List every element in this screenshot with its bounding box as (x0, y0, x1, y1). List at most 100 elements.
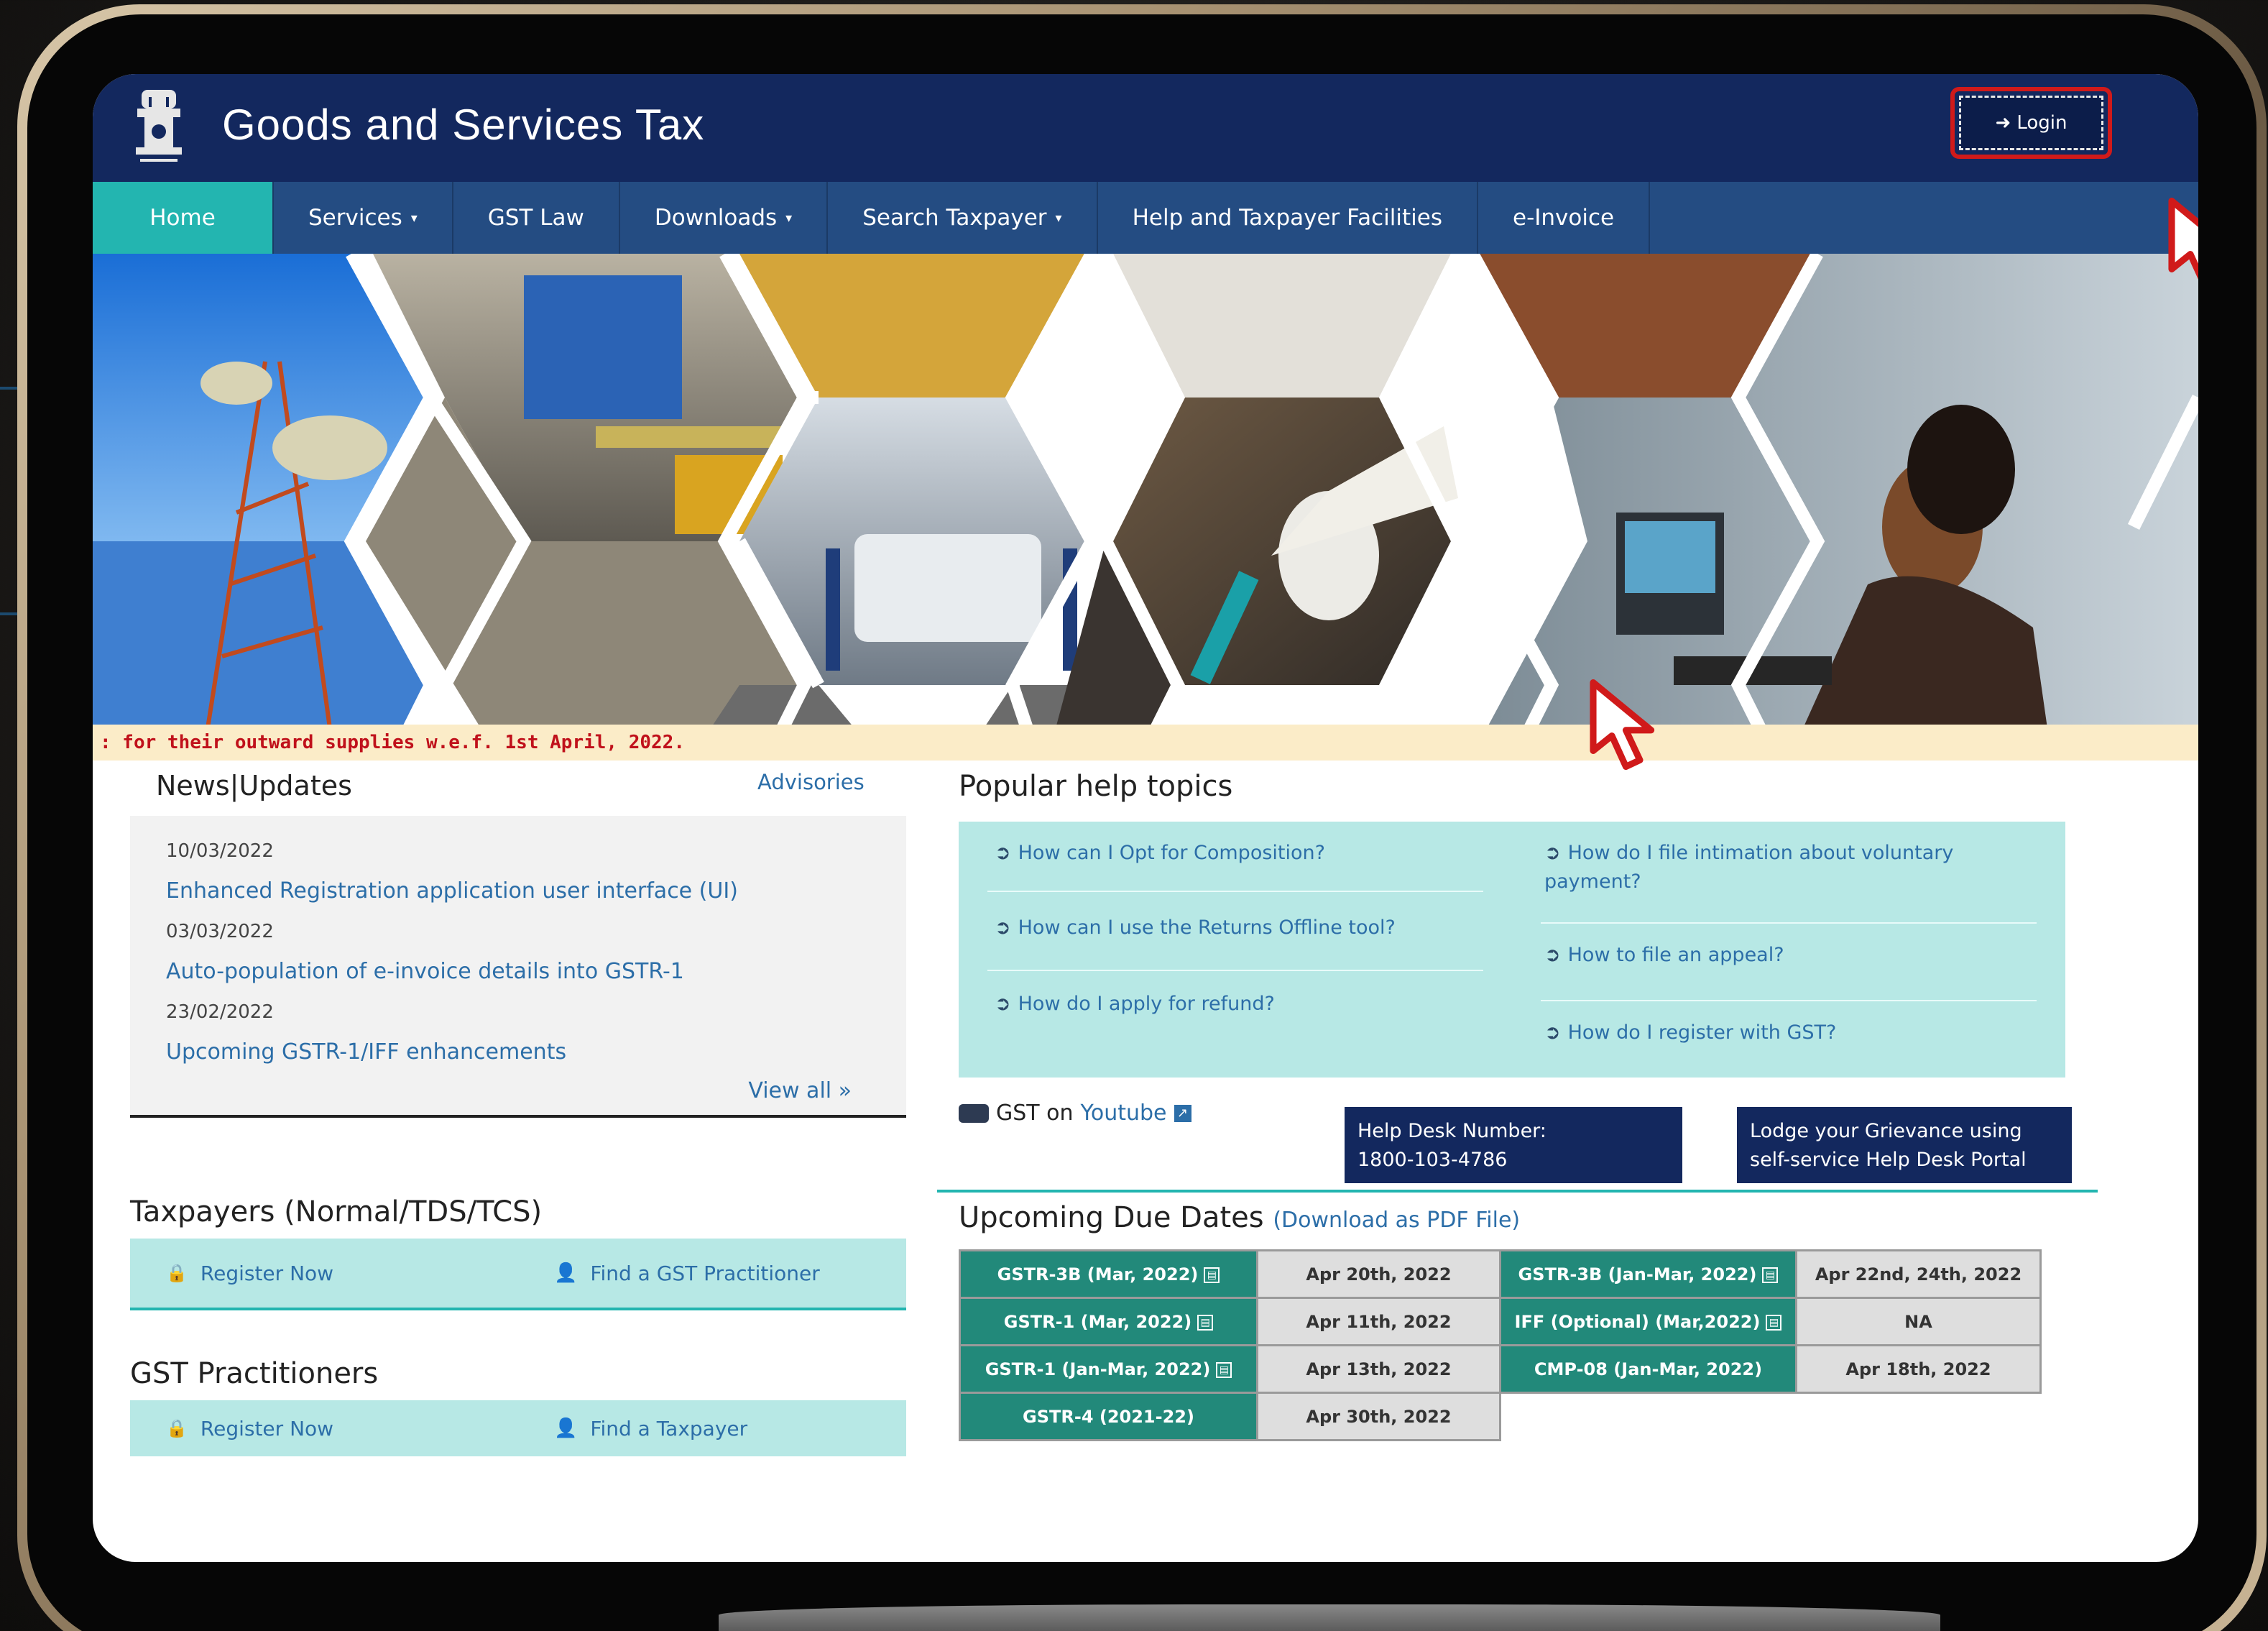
practitioners-panel: 🔒 Register Now 👤 Find a Taxpayer (130, 1400, 906, 1456)
help-topic-link[interactable]: ➲ How to file an appeal? (1544, 941, 1784, 970)
divider (1541, 1000, 2037, 1001)
news-date: 10/03/2022 (166, 840, 274, 862)
youtube-icon (959, 1103, 989, 1123)
news-date: 03/03/2022 (166, 921, 274, 942)
grievance-line: self-service Help Desk Portal (1750, 1149, 2027, 1171)
news-link[interactable]: Enhanced Registration application user i… (166, 870, 870, 912)
help-topic-link[interactable]: ➲ How can I Opt for Composition? (995, 839, 1325, 868)
sign-in-icon: ➜ (1995, 112, 2011, 134)
table-row: GSTR-1 (Jan-Mar, 2022) ▤ Apr 13th, 2022 C… (959, 1344, 2042, 1394)
register-label: Register Now (200, 1261, 334, 1285)
pointer-cursor-icon (1590, 679, 1655, 771)
view-all-link[interactable]: View all » (748, 1078, 852, 1103)
divider (1541, 922, 2037, 924)
due-form-cell[interactable]: GSTR-1 (Jan-Mar, 2022) ▤ (959, 1344, 1258, 1394)
nav-gst-law[interactable]: GST Law (453, 182, 620, 254)
user-icon: 👤 (554, 1262, 578, 1284)
due-form-cell[interactable]: IFF (Optional) (Mar,2022) ▤ (1499, 1297, 1797, 1346)
news-list: 10/03/2022 Enhanced Registration applica… (130, 816, 906, 1118)
due-date-cell: Apr 30th, 2022 (1256, 1392, 1501, 1441)
calendar-icon: ▤ (1762, 1267, 1779, 1283)
find-gst-practitioner-link[interactable]: 👤 Find a GST Practitioner (554, 1262, 820, 1285)
popular-topics-panel: ➲ How can I Opt for Composition? ➲ How can… (959, 822, 2065, 1078)
table-row: GSTR-3B (Mar, 2022) ▤ Apr 20th, 2022 GSTR… (959, 1249, 2042, 1299)
form-label: IFF (Optional) (Mar,2022) (1514, 1311, 1761, 1332)
popular-topics-title: Popular help topics (959, 770, 1233, 803)
due-date-cell: NA (1795, 1297, 2042, 1346)
due-date-cell: Apr 13th, 2022 (1256, 1344, 1501, 1394)
due-title-text: Upcoming Due Dates (959, 1201, 1264, 1234)
help-topic-link[interactable]: ➲ How do I file intimation about voluntar… (1544, 839, 2019, 896)
chevron-down-icon: ▾ (1055, 210, 1062, 226)
news-link[interactable]: Upcoming GSTR-1/IFF enhancements (166, 1032, 870, 1073)
register-label: Register Now (200, 1416, 334, 1441)
nav-home[interactable]: Home (93, 182, 274, 254)
nav-help-facilities[interactable]: Help and Taxpayer Facilities (1098, 182, 1478, 254)
national-emblem-icon (136, 90, 182, 162)
topic-label: How do I file intimation about voluntary… (1544, 842, 1954, 893)
topic-label: How to file an appeal? (1567, 944, 1784, 966)
due-form-cell[interactable]: GSTR-1 (Mar, 2022) ▤ (959, 1297, 1258, 1346)
empty-cell (1501, 1393, 1797, 1441)
due-form-cell[interactable]: GSTR-3B (Mar, 2022) ▤ (959, 1249, 1258, 1299)
due-date-cell: Apr 18th, 2022 (1795, 1344, 2042, 1394)
pointer-cursor-icon (2168, 197, 2198, 280)
help-topic-link[interactable]: ➲ How do I apply for refund? (995, 990, 1275, 1019)
divider (987, 891, 1483, 892)
find-taxpayer-link[interactable]: 👤 Find a Taxpayer (554, 1417, 747, 1441)
arrow-circle-icon: ➲ (1544, 944, 1561, 966)
download-pdf-link[interactable]: (Download as PDF File) (1273, 1208, 1520, 1233)
nav-e-invoice[interactable]: e-Invoice (1478, 182, 1651, 254)
due-date-cell: Apr 22nd, 24th, 2022 (1795, 1249, 2042, 1299)
chevron-down-icon: ▾ (410, 210, 418, 226)
topic-label: How can I use the Returns Offline tool? (1018, 916, 1396, 939)
helpdesk-box[interactable]: Help Desk Number: 1800-103-4786 (1345, 1107, 1682, 1183)
topic-label: How do I register with GST? (1567, 1021, 1837, 1044)
news-title: News|Updates (156, 770, 352, 801)
arrow-circle-icon: ➲ (995, 916, 1011, 939)
register-now-link[interactable]: 🔒 Register Now (166, 1262, 333, 1285)
taxpayers-title: Taxpayers (Normal/TDS/TCS) (130, 1195, 543, 1228)
due-date-cell: Apr 20th, 2022 (1256, 1249, 1501, 1299)
table-row: GSTR-4 (2021-22) Apr 30th, 2022 (959, 1392, 2041, 1441)
due-form-cell[interactable]: GSTR-3B (Jan-Mar, 2022) ▤ (1499, 1249, 1797, 1299)
news-date: 23/02/2022 (166, 1001, 274, 1023)
topic-label: How can I Opt for Composition? (1018, 842, 1325, 864)
youtube-row: GST on Youtube ↗ (959, 1101, 1191, 1126)
external-link-icon: ↗ (1174, 1104, 1191, 1122)
nav-services[interactable]: Services ▾ (274, 182, 453, 254)
due-form-cell[interactable]: CMP-08 (Jan-Mar, 2022) (1499, 1344, 1797, 1394)
help-topic-link[interactable]: ➲ How do I register with GST? (1544, 1019, 1836, 1047)
youtube-link[interactable]: Youtube (1081, 1101, 1167, 1126)
login-button[interactable]: ➜ Login (1959, 96, 2103, 150)
nav-search-taxpayer[interactable]: Search Taxpayer ▾ (828, 182, 1098, 254)
due-form-cell[interactable]: GSTR-4 (2021-22) (959, 1392, 1258, 1441)
helpdesk-number: 1800-103-4786 (1357, 1149, 1508, 1171)
calendar-icon: ▤ (1216, 1361, 1232, 1378)
nav-label: e-Invoice (1513, 205, 1615, 231)
table-row: GSTR-1 (Mar, 2022) ▤ Apr 11th, 2022 IFF (… (959, 1297, 2042, 1346)
youtube-prefix: GST on (996, 1101, 1074, 1126)
form-label: CMP-08 (Jan-Mar, 2022) (1534, 1359, 1763, 1379)
nav-downloads[interactable]: Downloads ▾ (620, 182, 829, 254)
empty-cell (1797, 1393, 2041, 1441)
news-link[interactable]: Auto-population of e-invoice details int… (166, 951, 870, 993)
nav-label: Help and Taxpayer Facilities (1132, 205, 1442, 231)
form-label: GSTR-3B (Jan-Mar, 2022) (1518, 1264, 1757, 1285)
practitioners-title: GST Practitioners (130, 1357, 379, 1390)
topic-label: How do I apply for refund? (1018, 993, 1275, 1015)
arrow-circle-icon: ➲ (1544, 842, 1561, 864)
help-topic-link[interactable]: ➲ How can I use the Returns Offline tool? (995, 914, 1396, 942)
grievance-button[interactable]: Lodge your Grievance using self-service … (1737, 1107, 2072, 1183)
advisories-tab[interactable]: Advisories (757, 770, 865, 794)
divider (987, 970, 1483, 971)
hexagon-collage-image (93, 254, 2198, 728)
news-ticker[interactable]: : for their outward supplies w.e.f. 1st … (93, 725, 2198, 761)
calendar-icon: ▤ (1197, 1314, 1214, 1331)
calendar-icon: ▤ (1204, 1267, 1220, 1283)
register-now-link[interactable]: 🔒 Register Now (166, 1417, 333, 1441)
hero-banner (93, 254, 2198, 728)
calendar-icon: ▤ (1766, 1314, 1782, 1331)
form-label: GSTR-4 (2021-22) (1023, 1406, 1194, 1427)
nav-label: Services (308, 205, 402, 231)
